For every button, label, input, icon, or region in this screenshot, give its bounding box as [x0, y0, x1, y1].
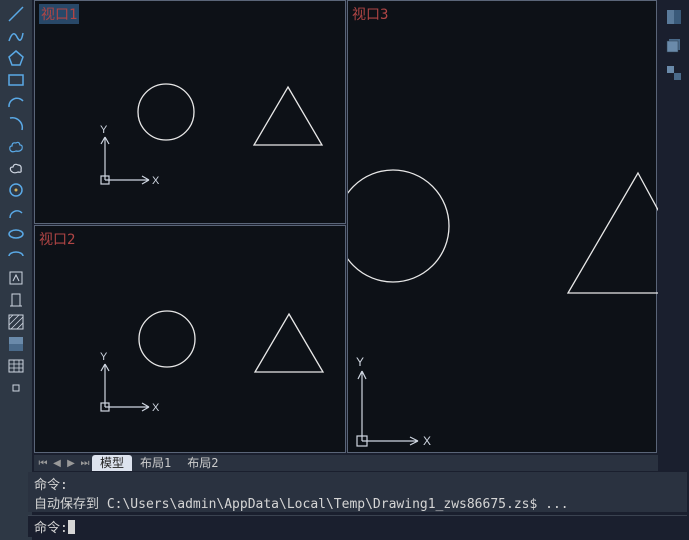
rectangle-tool-icon[interactable] — [4, 70, 28, 90]
x-axis-label: X — [423, 434, 431, 448]
spline-tool-icon[interactable] — [4, 26, 28, 46]
viewport-2[interactable]: 视口2 X Y — [34, 225, 346, 453]
command-history: 命令: 自动保存到 C:\Users\admin\AppData\Local\T… — [28, 472, 687, 512]
y-axis-label: Y — [100, 124, 108, 136]
left-toolbar — [0, 0, 32, 540]
y-axis-label: Y — [100, 351, 108, 363]
right-toolbar — [659, 0, 689, 84]
workspace: 视口1 X Y 视口2 X Y 视口3 — [34, 0, 658, 454]
layers-palette-icon[interactable] — [663, 34, 685, 56]
viewport-1[interactable]: 视口1 X Y — [34, 0, 346, 224]
viewport-2-label: 视口2 — [39, 229, 75, 249]
command-input[interactable] — [79, 519, 681, 534]
cursor-icon — [68, 520, 75, 534]
viewport-3[interactable]: 视口3 X Y — [347, 0, 657, 453]
tool-palettes-icon[interactable] — [663, 62, 685, 84]
y-axis-label: Y — [356, 355, 364, 369]
command-prompt: 命令: — [34, 517, 68, 536]
layout-tabs: ⏮ ◀ ▶ ⏭ 模型 布局1 布局2 — [34, 455, 658, 471]
line-tool-icon[interactable] — [4, 4, 28, 24]
tab-nav-last-icon[interactable]: ⏭ — [78, 456, 92, 470]
revcloud-tool-icon[interactable] — [4, 136, 28, 156]
insert-block-tool-icon[interactable] — [4, 268, 28, 288]
tab-nav-prev-icon[interactable]: ◀ — [50, 456, 64, 470]
tab-nav-first-icon[interactable]: ⏮ — [36, 456, 50, 470]
circle-tool-icon[interactable] — [4, 180, 28, 200]
gradient-tool-icon[interactable] — [4, 334, 28, 354]
viewport-3-label: 视口3 — [352, 4, 388, 24]
cloud-tool-icon[interactable] — [4, 158, 28, 178]
hatch-tool-icon[interactable] — [4, 312, 28, 332]
table-tool-icon[interactable] — [4, 356, 28, 376]
viewport-2-canvas: X Y — [35, 226, 347, 454]
arc-tool-icon[interactable] — [4, 92, 28, 112]
command-line[interactable]: 命令: — [28, 515, 687, 537]
polygon-tool-icon[interactable] — [4, 48, 28, 68]
viewport-1-label: 视口1 — [39, 4, 79, 24]
properties-palette-icon[interactable] — [663, 6, 685, 28]
tab-nav-next-icon[interactable]: ▶ — [64, 456, 78, 470]
tab-layout2[interactable]: 布局2 — [179, 455, 226, 471]
arc2-tool-icon[interactable] — [4, 114, 28, 134]
tab-model[interactable]: 模型 — [92, 455, 132, 471]
arc3-tool-icon[interactable] — [4, 202, 28, 222]
create-block-tool-icon[interactable] — [4, 290, 28, 310]
point-tool-icon[interactable] — [4, 378, 28, 398]
x-axis-label: X — [152, 175, 160, 187]
viewport-3-canvas: X Y — [348, 1, 658, 454]
ellipse-arc-tool-icon[interactable] — [4, 246, 28, 266]
viewport-1-canvas: X Y — [35, 1, 347, 225]
x-axis-label: X — [152, 402, 160, 414]
ellipse-tool-icon[interactable] — [4, 224, 28, 244]
tab-layout1[interactable]: 布局1 — [132, 455, 179, 471]
